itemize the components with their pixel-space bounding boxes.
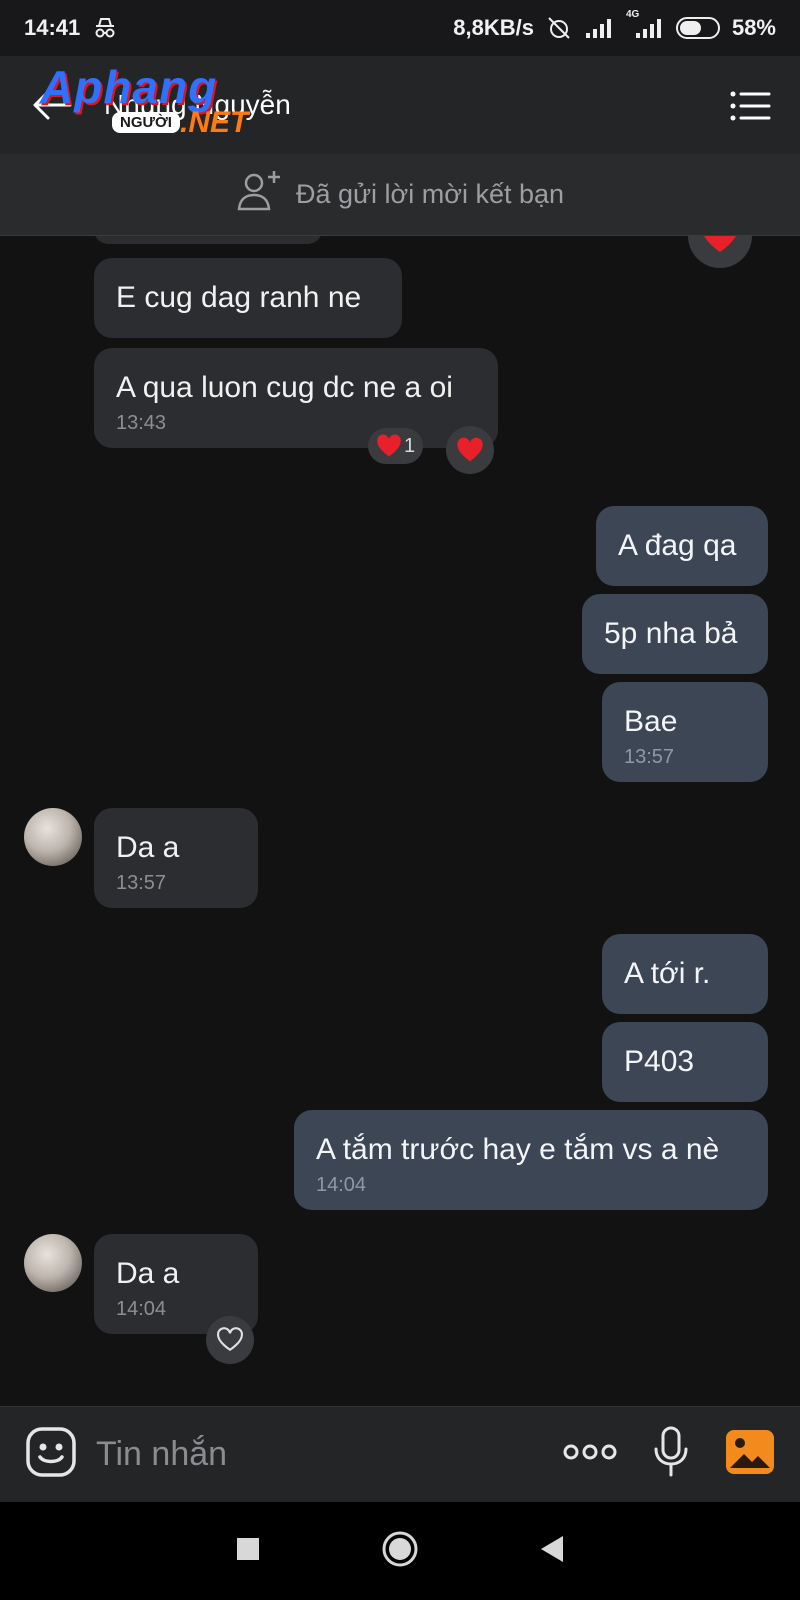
alarm-off-icon [546, 15, 572, 41]
system-navigation-bar [0, 1502, 800, 1600]
battery-icon [675, 17, 720, 39]
incognito-icon [92, 16, 118, 40]
back-arrow-icon[interactable] [28, 81, 76, 129]
friend-request-banner: Đã gửi lời mời kết bạn [0, 154, 800, 236]
reaction-count-badge[interactable]: 1 [368, 428, 424, 464]
message-text: Da a [116, 831, 180, 864]
network-speed: 8,8KB/s [453, 15, 534, 40]
message-bubble-outgoing[interactable]: Bae 13:57 [602, 682, 768, 782]
message-time: 13:57 [624, 746, 675, 768]
more-options-icon[interactable] [562, 1442, 618, 1467]
message-time: 13:57 [116, 872, 167, 894]
message-text: Da a [116, 1257, 180, 1290]
contact-name[interactable]: Nhung Nguyễn [104, 89, 291, 121]
message-bubble-partial[interactable] [94, 236, 322, 244]
message-text: A đag qa [618, 529, 737, 562]
signal-4g-icon: 4G [626, 9, 664, 39]
message-text: A qua luon cug dc ne a oi [116, 371, 453, 404]
recent-apps-icon[interactable] [235, 1536, 261, 1567]
message-text: E cug dag ranh ne [116, 281, 362, 314]
message-input[interactable]: Tin nhắn [96, 1435, 562, 1474]
gallery-icon[interactable] [724, 1428, 776, 1481]
signal-icon [584, 17, 614, 39]
message-text: A tới r. [624, 957, 711, 990]
message-bubble-outgoing[interactable]: A đag qa [596, 506, 768, 586]
message-text: A tắm trước hay e tắm vs a nè [316, 1133, 720, 1166]
message-time: 14:04 [116, 1298, 167, 1320]
message-text: Bae [624, 705, 678, 738]
contact-avatar[interactable] [24, 1234, 82, 1292]
message-composer: Tin nhắn [0, 1406, 800, 1502]
message-bubble-incoming[interactable]: Da a 13:57 [94, 808, 258, 908]
friend-request-text: Đã gửi lời mời kết bạn [295, 179, 565, 209]
message-text: P403 [624, 1045, 695, 1078]
home-icon[interactable] [381, 1530, 419, 1573]
message-bubble-outgoing[interactable]: 5p nha bả [582, 594, 768, 674]
message-time: 13:43 [116, 412, 167, 434]
message-bubble-incoming[interactable]: E cug dag ranh ne [94, 258, 402, 338]
message-bubble-incoming[interactable]: A qua luon cug dc ne a oi 13:43 [94, 348, 498, 448]
heart-reaction-button[interactable] [688, 236, 752, 268]
emoji-icon[interactable] [24, 1425, 78, 1484]
battery-percent: 58% [731, 15, 776, 40]
microphone-icon[interactable] [652, 1425, 690, 1484]
back-nav-icon[interactable] [539, 1534, 565, 1569]
contact-avatar[interactable] [24, 808, 82, 866]
add-friend-icon [236, 169, 282, 220]
menu-list-icon[interactable] [728, 84, 772, 128]
message-bubble-outgoing[interactable]: P403 [602, 1022, 768, 1102]
heart-outline-icon[interactable] [206, 1316, 254, 1364]
message-list: E cug dag ranh ne A qua luon cug dc ne a… [0, 236, 800, 1406]
chat-header: Nhung Nguyễn Aphang NGƯỜI .NET [0, 56, 800, 154]
message-time: 14:04 [316, 1174, 367, 1196]
reaction-count: 1 [404, 434, 416, 457]
message-bubble-outgoing[interactable]: A tới r. [602, 934, 768, 1014]
message-bubble-outgoing[interactable]: A tắm trước hay e tắm vs a nè 14:04 [294, 1110, 768, 1210]
heart-reaction-button[interactable] [446, 426, 494, 474]
status-bar: 14:41 8,8KB/s 4G 58% [0, 0, 800, 56]
clock: 14:41 [24, 15, 81, 40]
message-text: 5p nha bả [604, 617, 738, 650]
